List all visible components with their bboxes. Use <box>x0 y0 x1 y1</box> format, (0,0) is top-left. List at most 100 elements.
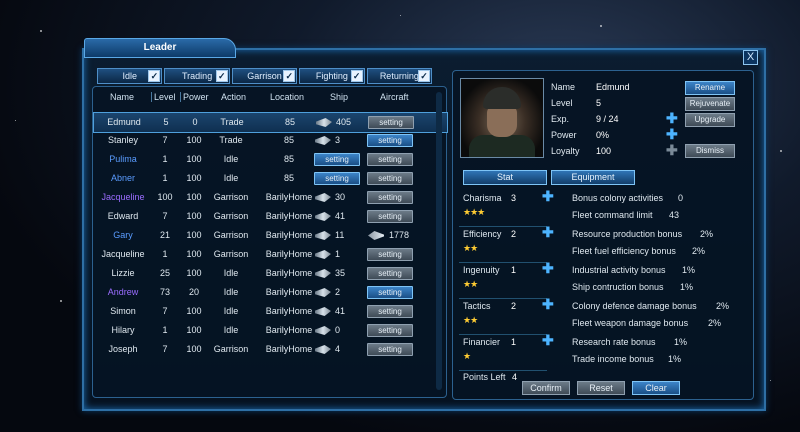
table-row[interactable]: Simon 7 100 Idle BarilyHome 41 setting <box>93 302 446 321</box>
add-financier-icon[interactable]: ✚ <box>542 333 554 347</box>
aircraft-count: 1778 <box>389 230 410 240</box>
filter-bar: Idle ✓ Trading ✓ Garrison ✓ Fighting ✓ Retur… <box>97 68 433 84</box>
table-row[interactable]: Edmund 5 0 Trade 85 405 setting <box>93 112 448 133</box>
dismiss-button[interactable]: Dismiss <box>685 144 735 158</box>
leader-loyalty: 100 <box>596 146 612 156</box>
aircraft-setting-button[interactable]: setting <box>367 248 413 261</box>
aircraft-setting-button[interactable]: setting <box>367 134 413 147</box>
power-label: Power <box>551 130 577 140</box>
filter-fighting[interactable]: Fighting ✓ <box>299 68 365 84</box>
star-rating: ★ <box>463 351 471 361</box>
ship-count: 41 <box>335 211 346 221</box>
points-left-label: Points Left <box>463 372 506 382</box>
close-button[interactable]: X <box>743 50 758 65</box>
ship-count: 30 <box>335 192 346 202</box>
tab-stat[interactable]: Stat <box>463 170 547 185</box>
add-charisma-icon[interactable]: ✚ <box>542 189 554 203</box>
checkbox-icon[interactable]: ✓ <box>350 70 363 82</box>
filter-garrison[interactable]: Garrison ✓ <box>231 68 298 84</box>
leader-portrait <box>460 78 544 158</box>
ship-setting-button[interactable]: setting <box>314 172 360 185</box>
ship-count: 35 <box>335 268 346 278</box>
filter-returning[interactable]: Returning ✓ <box>366 68 433 84</box>
leader-power: 0% <box>596 130 610 140</box>
aircraft-setting-button[interactable]: setting <box>368 116 414 129</box>
column-header-ship[interactable]: Ship <box>330 92 348 102</box>
add-efficiency-icon[interactable]: ✚ <box>542 225 554 239</box>
checkbox-icon[interactable]: ✓ <box>418 70 431 82</box>
filter-trading[interactable]: Trading ✓ <box>164 68 230 84</box>
add-exp-icon[interactable]: ✚ <box>666 111 678 125</box>
stat-ingenuity: Ingenuity 1 ★★ <box>459 261 547 299</box>
column-header-aircraft[interactable]: Aircraft <box>380 92 409 102</box>
aircraft-icon <box>368 231 384 240</box>
ship-count: 1 <box>335 249 341 259</box>
star-rating: ★★ <box>463 315 478 325</box>
table-row[interactable]: Hilary 1 100 Idle BarilyHome 0 setting <box>93 321 446 340</box>
table-row[interactable]: Joseph 7 100 Garrison BarilyHome 4 setti… <box>93 340 446 359</box>
window-title: Leader <box>84 38 236 58</box>
filter-idle[interactable]: Idle ✓ <box>97 68 163 84</box>
list-scrollbar[interactable] <box>436 92 442 390</box>
confirm-button[interactable]: Confirm <box>522 381 570 395</box>
ship-count: 3 <box>335 135 341 145</box>
table-row[interactable]: Jacqueline 1 100 Garrison BarilyHome 1 s… <box>93 245 446 264</box>
star-rating: ★★ <box>463 243 478 253</box>
points-left-value: 4 <box>512 372 518 382</box>
aircraft-setting-button[interactable]: setting <box>367 210 413 223</box>
table-row[interactable]: Gary 21 100 Garrison BarilyHome 11 1778 <box>93 226 446 245</box>
stat-tactics: Tactics 2 ★★ <box>459 297 547 335</box>
ship-count: 11 <box>335 230 345 240</box>
table-row[interactable]: Abner 1 100 Idle 85 setting setting <box>93 169 446 188</box>
star-rating: ★★★ <box>463 207 485 217</box>
leader-list: Name Level Power Action Location Ship Ai… <box>92 86 448 398</box>
aircraft-setting-button[interactable]: setting <box>367 324 413 337</box>
rejuvenate-button[interactable]: Rejuvenate <box>685 97 735 111</box>
table-row[interactable]: Andrew 73 20 Idle BarilyHome 2 setting <box>93 283 446 302</box>
leader-name: Edmund <box>596 82 630 92</box>
add-power-icon[interactable]: ✚ <box>666 127 678 141</box>
star-rating: ★★ <box>463 279 478 289</box>
aircraft-setting-button[interactable]: setting <box>367 267 413 280</box>
add-tactics-icon[interactable]: ✚ <box>542 297 554 311</box>
checkbox-icon[interactable]: ✓ <box>283 70 296 82</box>
column-header-name[interactable]: Name <box>110 92 134 102</box>
ship-setting-button[interactable]: setting <box>314 153 360 166</box>
column-header-power[interactable]: Power <box>183 92 209 102</box>
aircraft-setting-button[interactable]: setting <box>367 343 413 356</box>
upgrade-button[interactable]: Upgrade <box>685 113 735 127</box>
column-header-action[interactable]: Action <box>221 92 246 102</box>
stat-financier: Financier 1 ★ <box>459 333 547 371</box>
ship-count: 41 <box>335 306 346 316</box>
table-row[interactable]: Jacqueline 100 100 Garrison BarilyHome 3… <box>93 188 446 207</box>
stat-charisma: Charisma 3 ★★★ <box>459 189 547 227</box>
column-header-level[interactable]: Level <box>154 92 176 102</box>
add-ingenuity-icon[interactable]: ✚ <box>542 261 554 275</box>
reset-button[interactable]: Reset <box>577 381 625 395</box>
tab-equipment[interactable]: Equipment <box>551 170 635 185</box>
leader-level: 5 <box>596 98 602 108</box>
rename-button[interactable]: Rename <box>685 81 735 95</box>
ship-count: 2 <box>335 287 341 297</box>
checkbox-icon[interactable]: ✓ <box>215 70 228 82</box>
aircraft-setting-button[interactable]: setting <box>367 286 413 299</box>
ship-count: 405 <box>336 117 352 127</box>
table-row[interactable]: Lizzie 25 100 Idle BarilyHome 35 setting <box>93 264 446 283</box>
table-row[interactable]: Edward 7 100 Garrison BarilyHome 41 sett… <box>93 207 446 226</box>
table-row[interactable]: Pulima 1 100 Idle 85 setting setting <box>93 150 446 169</box>
exp-label: Exp. <box>551 114 570 124</box>
aircraft-setting-button[interactable]: setting <box>367 172 413 185</box>
loyalty-label: Loyalty <box>551 146 580 156</box>
ship-count: 4 <box>335 344 341 354</box>
clear-button[interactable]: Clear <box>632 381 680 395</box>
add-loyalty-icon[interactable]: ✚ <box>666 143 678 157</box>
aircraft-setting-button[interactable]: setting <box>367 191 413 204</box>
checkbox-icon[interactable]: ✓ <box>148 70 161 82</box>
aircraft-setting-button[interactable]: setting <box>367 153 413 166</box>
name-label: Name <box>551 82 576 92</box>
aircraft-setting-button[interactable]: setting <box>367 305 413 318</box>
table-row[interactable]: Stanley 7 100 Trade 85 3 setting <box>93 131 446 150</box>
column-header-location[interactable]: Location <box>270 92 304 102</box>
level-label: Level <box>551 98 573 108</box>
ship-count: 0 <box>335 325 341 335</box>
